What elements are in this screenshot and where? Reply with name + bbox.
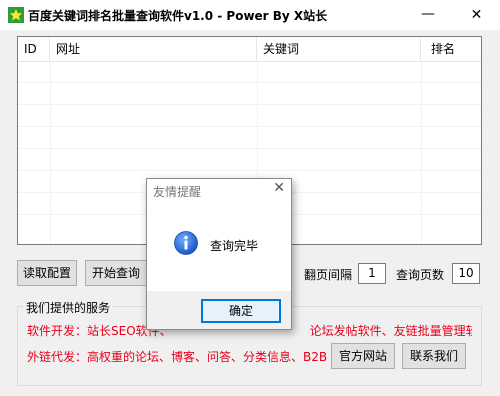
ok-button[interactable]: 确定	[201, 299, 281, 323]
notification-dialog: 友情提醒 ✕ 查询完毕 确定	[146, 178, 292, 330]
row-divider	[18, 148, 481, 149]
services-title: 我们提供的服务	[24, 299, 113, 316]
read-config-button[interactable]: 读取配置	[17, 260, 77, 286]
info-icon	[174, 231, 198, 255]
column-header-id[interactable]: ID	[18, 37, 50, 61]
title-bar[interactable]: 百度关键词排名批量查询软件v1.0 - Power By X站长 — ✕	[0, 0, 500, 30]
column-divider	[421, 61, 422, 244]
page-interval-input[interactable]: 1	[358, 263, 386, 284]
star-icon	[8, 7, 24, 23]
dialog-message: 查询完毕	[210, 239, 259, 253]
official-site-button[interactable]: 官方网站	[331, 343, 395, 369]
column-header-keyword[interactable]: 关键词	[257, 37, 421, 61]
start-query-button[interactable]: 开始查询	[85, 260, 147, 286]
column-divider	[50, 61, 51, 244]
page-interval-label: 翻页间隔	[304, 268, 353, 282]
main-window: 百度关键词排名批量查询软件v1.0 - Power By X站长 — ✕ ID …	[0, 0, 500, 396]
row-divider	[18, 104, 481, 105]
row-divider	[18, 126, 481, 127]
query-pages-label: 查询页数	[396, 268, 445, 282]
row-divider	[18, 170, 481, 171]
minimize-button[interactable]: —	[405, 0, 451, 30]
column-header-rank[interactable]: 排名	[421, 37, 481, 61]
query-pages-input[interactable]: 10	[452, 263, 480, 284]
services-line-backlinks: 外链代发：高权重的论坛、博客、问答、分类信息、B2B等	[27, 350, 327, 364]
dialog-title: 友情提醒	[153, 185, 202, 199]
close-button[interactable]: ✕	[453, 0, 500, 30]
column-header-url[interactable]: 网址	[50, 37, 257, 61]
window-title: 百度关键词排名批量查询软件v1.0 - Power By X站长	[28, 9, 328, 23]
dialog-close-button[interactable]: ✕	[273, 180, 285, 196]
row-divider	[18, 82, 481, 83]
contact-us-button[interactable]: 联系我们	[402, 343, 466, 369]
table-header: ID 网址 关键词 排名	[18, 37, 481, 62]
